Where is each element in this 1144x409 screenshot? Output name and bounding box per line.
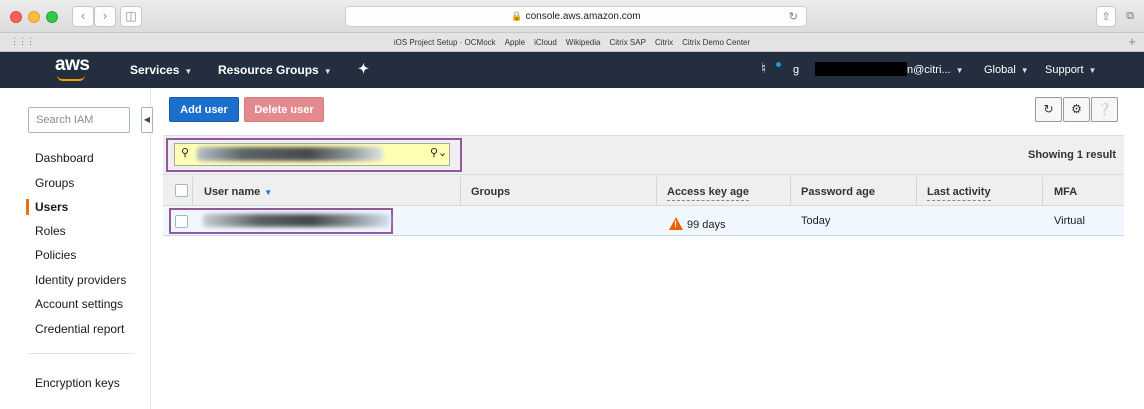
filter-key-dropdown-icon[interactable]: ⚲⌄: [430, 146, 447, 159]
redacted-account-name: [815, 62, 907, 76]
account-menu[interactable]: n@citri... ▼: [907, 64, 963, 76]
services-label: Services: [130, 63, 180, 77]
select-all-checkbox[interactable]: [175, 184, 188, 197]
notification-dot: [776, 62, 781, 67]
bell-icon[interactable]: ♮: [761, 60, 766, 77]
share-icon[interactable]: ⇧: [1096, 6, 1116, 27]
chevron-down-icon: ▼: [184, 67, 193, 76]
browser-titlebar: ‹ › ◫ 🔒 console.aws.amazon.com ↻ ⇧ ⧉: [0, 0, 1144, 33]
sidebar-item-policies[interactable]: Policies: [35, 248, 76, 262]
bookmark-item[interactable]: Wikipedia: [566, 38, 601, 47]
bookmark-item[interactable]: Citrix SAP: [609, 38, 645, 47]
add-user-button[interactable]: Add user: [169, 97, 239, 122]
sidebar-item-encryption-keys[interactable]: Encryption keys: [35, 376, 120, 390]
aws-logo-smile: [57, 75, 85, 81]
account-suffix: n@citri...: [907, 64, 951, 76]
resource-groups-label: Resource Groups: [218, 63, 319, 77]
column-header-access-key-age[interactable]: Access key age: [667, 186, 749, 201]
sort-descending-icon: ▼: [264, 188, 273, 197]
cell-mfa: Virtual: [1054, 215, 1085, 227]
tabs-icon[interactable]: ⧉: [1120, 6, 1140, 27]
column-separator: [460, 177, 461, 205]
iam-sidebar: Search IAM ◀ Dashboard Groups Users Role…: [0, 88, 153, 409]
column-header-mfa[interactable]: MFA: [1054, 186, 1077, 198]
cell-access-key-age: ! 99 days: [669, 215, 726, 231]
search-iam-input[interactable]: Search IAM: [28, 107, 130, 133]
column-separator: [790, 177, 791, 205]
redacted-user-name[interactable]: [203, 214, 390, 227]
sidebar-item-dashboard[interactable]: Dashboard: [35, 151, 94, 165]
search-icon: ⚲: [181, 146, 190, 159]
bookmark-item[interactable]: Citrix: [655, 38, 673, 47]
chevron-down-icon: ▼: [955, 66, 964, 75]
column-header-groups[interactable]: Groups: [471, 186, 510, 198]
redacted-filter-text: [197, 147, 383, 161]
bookmark-item[interactable]: iOS Project Setup · OCMock: [394, 38, 496, 47]
column-header-last-activity[interactable]: Last activity: [927, 186, 991, 201]
reload-icon[interactable]: ↻: [789, 7, 798, 26]
column-separator: [1042, 177, 1043, 205]
active-item-indicator: [26, 199, 29, 215]
sidebar-item-account-settings[interactable]: Account settings: [35, 297, 123, 311]
sidebar-item-roles[interactable]: Roles: [35, 224, 66, 238]
warning-icon: !: [669, 217, 683, 230]
region-label: Global: [984, 64, 1016, 76]
aws-console-navbar: aws Services ▼ Resource Groups ▼ ✦ ♮ g n@c…: [0, 52, 1144, 88]
result-count: Showing 1 result: [1028, 149, 1117, 161]
zoom-window-button[interactable]: [46, 11, 58, 23]
gear-icon[interactable]: ⚙: [1063, 97, 1090, 122]
support-menu[interactable]: Support ▼: [1045, 64, 1096, 76]
sidebar-icon[interactable]: ◫: [120, 6, 142, 27]
aws-logo[interactable]: aws: [55, 54, 90, 76]
services-menu[interactable]: Services ▼: [130, 63, 192, 77]
help-icon[interactable]: ❔: [1091, 97, 1118, 122]
address-bar[interactable]: 🔒 console.aws.amazon.com ↻: [345, 6, 807, 27]
chevron-left-icon[interactable]: ‹: [72, 6, 94, 27]
resource-groups-menu[interactable]: Resource Groups ▼: [218, 63, 332, 77]
region-menu[interactable]: Global ▼: [984, 64, 1029, 76]
access-key-age-value: 99 days: [687, 219, 726, 231]
bookmark-item[interactable]: Citrix Demo Center: [682, 38, 750, 47]
column-separator: [656, 177, 657, 205]
column-separator: [192, 177, 193, 205]
chevron-down-icon: ▼: [323, 67, 332, 76]
close-window-button[interactable]: [10, 11, 22, 23]
sidebar-item-groups[interactable]: Groups: [35, 176, 74, 190]
bookmark-item[interactable]: Apple: [505, 38, 525, 47]
collapse-sidebar-icon[interactable]: ◀: [141, 107, 153, 133]
browser-window: ‹ › ◫ 🔒 console.aws.amazon.com ↻ ⇧ ⧉ ⋮⋮⋮ …: [0, 0, 1144, 409]
address-url: console.aws.amazon.com: [525, 11, 641, 22]
minimize-window-button[interactable]: [28, 11, 40, 23]
column-header-label: User name: [204, 186, 261, 198]
refresh-icon[interactable]: ↻: [1035, 97, 1062, 122]
new-tab-icon[interactable]: +: [1128, 34, 1136, 49]
sidebar-item-users[interactable]: Users: [35, 200, 68, 214]
column-header-user-name[interactable]: User name ▼: [204, 186, 272, 198]
column-header-password-age[interactable]: Password age: [801, 186, 875, 198]
chevron-down-icon: ▼: [1088, 66, 1097, 75]
lock-icon: 🔒: [511, 11, 523, 21]
sidebar-divider: [28, 353, 134, 354]
sidebar-item-credential-report[interactable]: Credential report: [35, 322, 124, 336]
account-prefix[interactable]: g: [793, 64, 799, 76]
delete-user-button[interactable]: Delete user: [244, 97, 324, 122]
bookmark-item[interactable]: iCloud: [534, 38, 557, 47]
sidebar-item-identity-providers[interactable]: Identity providers: [35, 273, 126, 287]
column-separator: [916, 177, 917, 205]
chevron-right-icon[interactable]: ›: [94, 6, 116, 27]
support-label: Support: [1045, 64, 1084, 76]
chevron-down-icon: ▼: [1020, 66, 1029, 75]
bookmarks-bar: ⋮⋮⋮ iOS Project Setup · OCMock Apple iCl…: [0, 33, 1144, 52]
pin-icon[interactable]: ✦: [358, 61, 369, 77]
cell-password-age: Today: [801, 215, 831, 227]
